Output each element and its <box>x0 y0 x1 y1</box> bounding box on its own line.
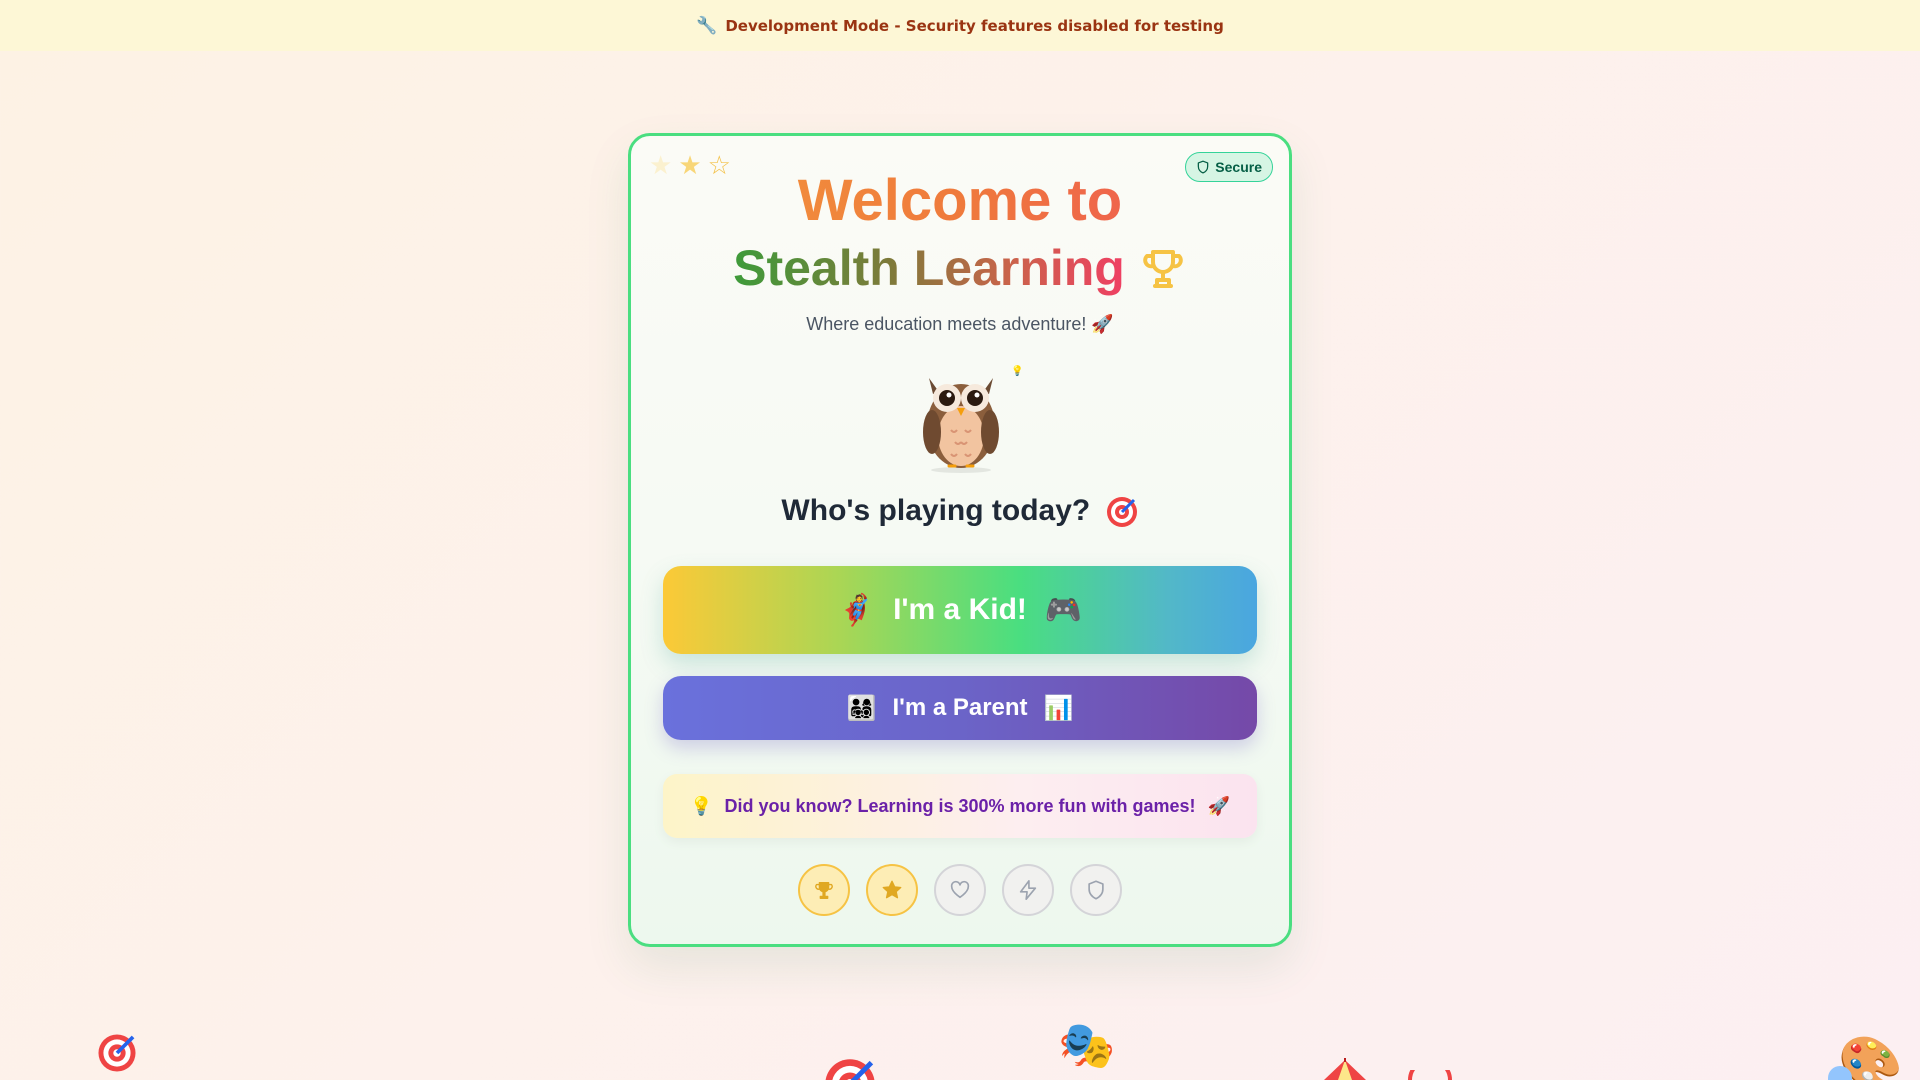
dev-mode-banner: 🔧 Development Mode - Security features d… <box>0 0 1920 51</box>
shield-icon <box>1088 880 1104 900</box>
target-icon <box>825 1059 875 1080</box>
badge-shield[interactable] <box>1070 864 1122 916</box>
parent-button[interactable]: 👨‍👩‍👧‍👦 I'm a Parent 📊 <box>663 676 1257 740</box>
parent-button-label: I'm a Parent <box>892 694 1028 721</box>
who-playing-heading: Who's playing today? <box>631 494 1289 529</box>
target-icon <box>98 1034 136 1072</box>
trophy-icon <box>1143 250 1183 288</box>
lightbulb-icon: 💡 <box>1011 366 1024 377</box>
wrench-icon: 🔧 <box>696 15 718 36</box>
star-icon <box>882 880 902 899</box>
welcome-card: ★ ★ ☆ Secure Welcome to Stealth Learning… <box>628 133 1292 947</box>
family-icon: 👨‍👩‍👧‍👦 <box>846 694 877 722</box>
lightning-icon <box>1019 880 1037 900</box>
rocket-icon: 🚀 <box>1207 795 1230 816</box>
game-controller-icon: 🎮 <box>1044 593 1083 627</box>
lightbulb-icon: 💡 <box>690 795 713 816</box>
badge-heart[interactable] <box>934 864 986 916</box>
target-icon <box>1408 1070 1452 1080</box>
badge-lightning[interactable] <box>1002 864 1054 916</box>
tagline: Where education meets adventure! 🚀 <box>806 314 1114 334</box>
question-text: Who's playing today? <box>781 494 1091 527</box>
dev-mode-text: Development Mode - Security features dis… <box>725 16 1224 35</box>
title-welcome: Welcome to <box>631 166 1289 236</box>
app-name: Stealth Learning <box>733 240 1125 296</box>
tip-text: Did you know? Learning is 300% more fun … <box>724 795 1196 816</box>
title-app-name-row: Stealth Learning <box>631 238 1289 298</box>
superhero-icon: 🦸 <box>837 593 876 627</box>
theater-masks-icon: 🎭 <box>1058 1019 1116 1071</box>
owl-icon <box>923 378 999 473</box>
heart-icon <box>950 880 970 899</box>
badge-star[interactable] <box>866 864 918 916</box>
achievement-badges <box>631 864 1289 916</box>
bar-chart-icon: 📊 <box>1043 694 1074 722</box>
circus-tent-icon <box>1324 1058 1366 1080</box>
fun-fact-tip: 💡 Did you know? Learning is 300% more fu… <box>663 774 1257 838</box>
badge-trophy[interactable] <box>798 864 850 916</box>
kid-button-label: I'm a Kid! <box>893 593 1027 626</box>
kid-button[interactable]: 🦸 I'm a Kid! 🎮 <box>663 566 1257 654</box>
trophy-icon <box>815 881 833 899</box>
target-icon <box>1106 497 1137 528</box>
